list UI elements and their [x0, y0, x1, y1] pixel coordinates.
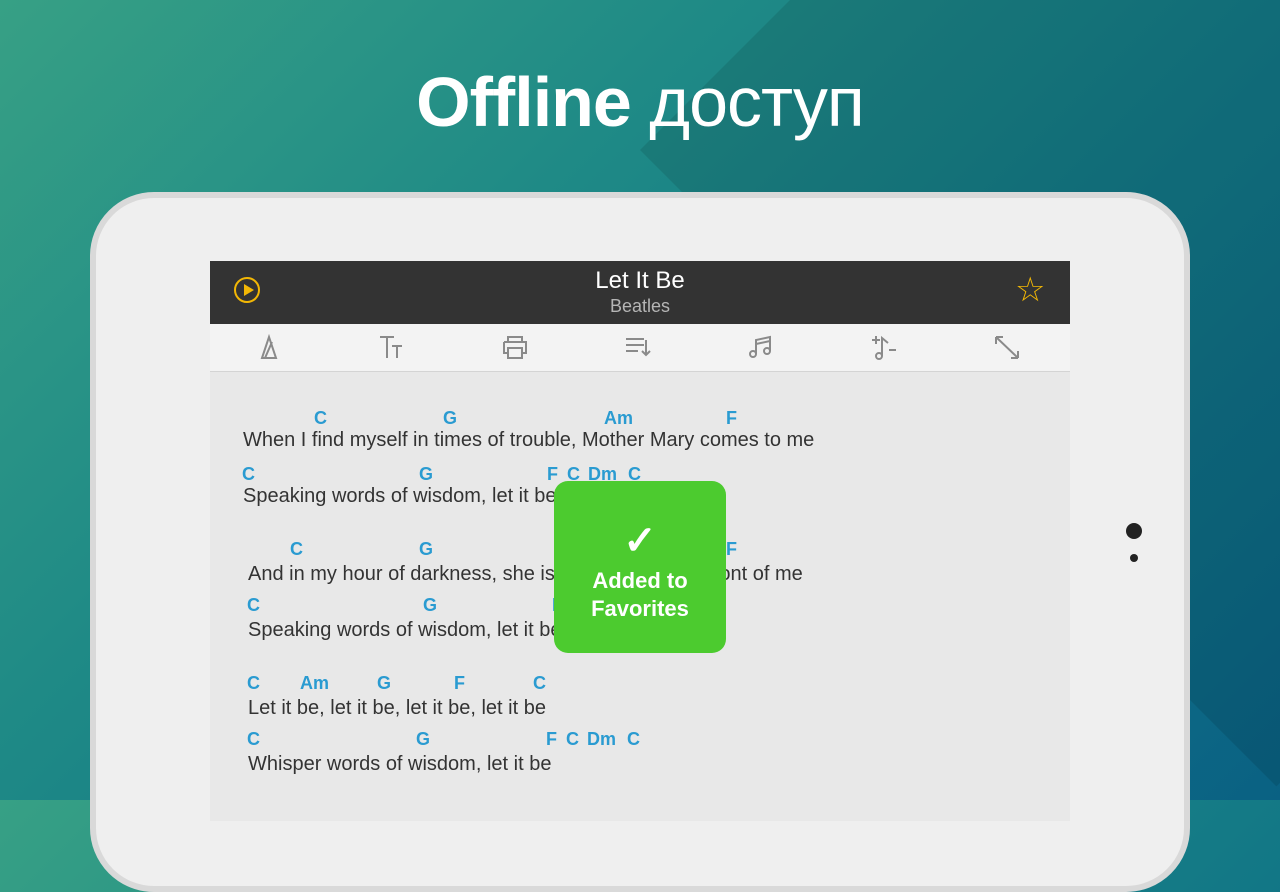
lyric-line: Whisper words of wisdom, let it be [248, 753, 552, 775]
chord[interactable]: Dm [587, 729, 616, 750]
chord[interactable]: G [377, 673, 391, 694]
chord[interactable]: Am [604, 408, 633, 429]
chord[interactable]: C [314, 408, 327, 429]
chord[interactable]: G [416, 729, 430, 750]
metronome-icon[interactable] [249, 332, 289, 364]
song-toolbar [210, 324, 1070, 372]
chord[interactable]: C [566, 729, 579, 750]
headline-light: доступ [630, 63, 865, 141]
chord[interactable]: F [726, 539, 737, 560]
toast-line-2: Favorites [591, 596, 689, 621]
song-header: Let It Be Beatles ☆ [210, 261, 1070, 324]
song-artist: Beatles [609, 296, 671, 316]
checkmark-icon: ✓ [623, 519, 657, 563]
chord[interactable]: C [533, 673, 546, 694]
song-title: Let It Be [595, 267, 685, 294]
chord[interactable]: G [423, 595, 437, 616]
tablet-sensor [1130, 554, 1138, 562]
chord[interactable]: Am [300, 673, 329, 694]
chord[interactable]: C [247, 595, 260, 616]
chord[interactable]: G [419, 539, 433, 560]
music-note-icon[interactable] [741, 332, 781, 364]
chord[interactable]: C [627, 729, 640, 750]
transpose-icon[interactable] [864, 332, 904, 364]
favorites-toast: ✓ Added to Favorites [554, 481, 726, 653]
headline-bold: Offline [416, 63, 632, 141]
chord[interactable]: C [247, 729, 260, 750]
chord[interactable]: G [443, 408, 457, 429]
tablet-camera [1126, 523, 1142, 539]
lyric-line: When I find myself in times of trouble, … [243, 429, 815, 451]
chord[interactable]: F [546, 729, 557, 750]
toast-message: Added to Favorites [554, 567, 726, 623]
chord[interactable]: G [419, 464, 433, 485]
text-size-icon[interactable] [372, 332, 412, 364]
chord[interactable]: C [290, 539, 303, 560]
lyric-line: Speaking words of wisdom, let it be [243, 485, 557, 507]
fullscreen-icon[interactable] [987, 332, 1027, 364]
toast-line-1: Added to [592, 568, 688, 593]
playlist-icon[interactable] [618, 332, 658, 364]
chord[interactable]: F [454, 673, 465, 694]
lyric-line: Speaking words of wisdom, let it be [248, 619, 562, 641]
print-icon[interactable] [495, 332, 535, 364]
chord[interactable]: C [247, 673, 260, 694]
chord[interactable]: F [547, 464, 558, 485]
chord[interactable]: F [726, 408, 737, 429]
promo-headline: Offline доступ [0, 62, 1280, 142]
star-outline-icon[interactable]: ☆ [1015, 273, 1045, 307]
lyric-line: Let it be, let it be, let it be, let it … [248, 697, 546, 719]
chord[interactable]: C [242, 464, 255, 485]
